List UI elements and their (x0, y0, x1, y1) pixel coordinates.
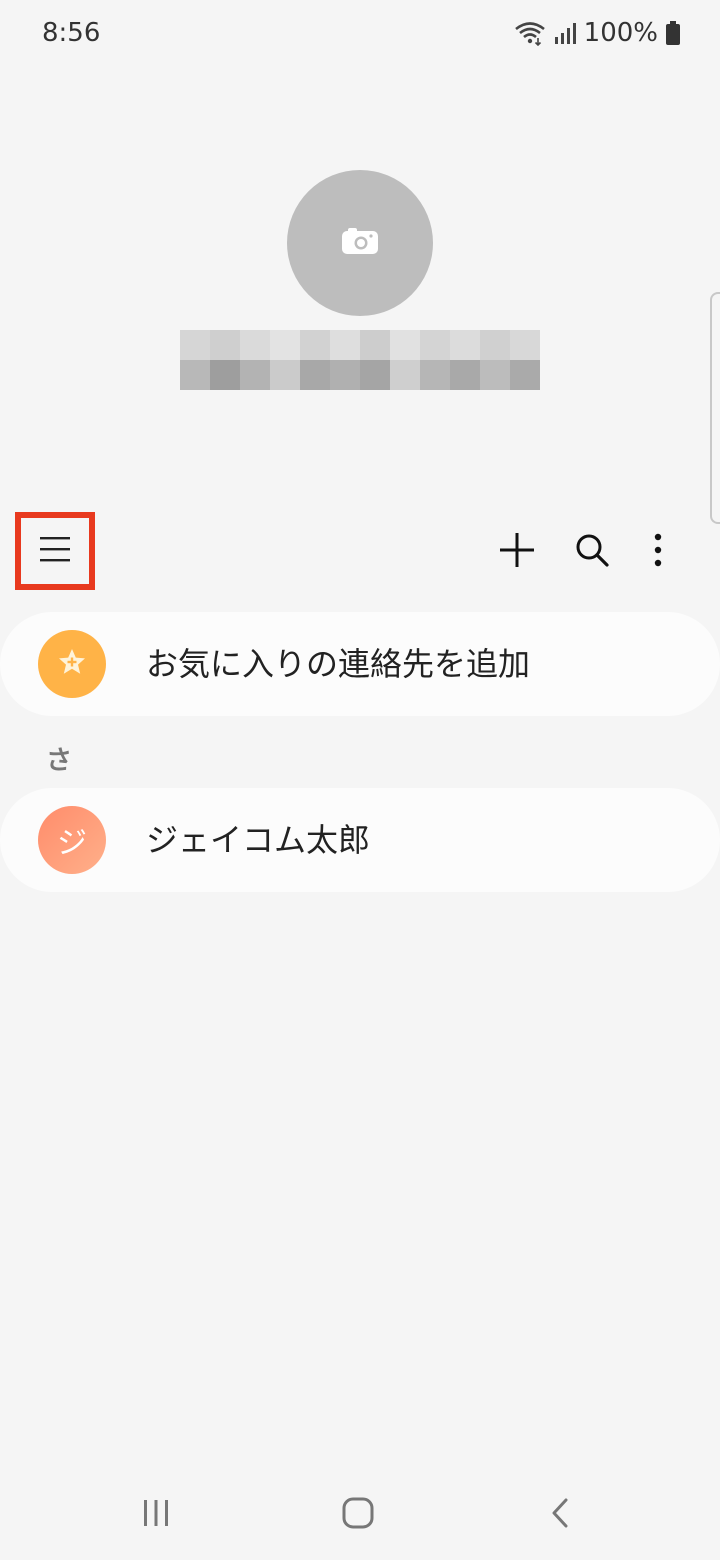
search-icon (574, 532, 610, 572)
home-icon (341, 1496, 375, 1534)
wifi-icon (514, 20, 546, 46)
camera-icon (340, 226, 380, 260)
section-index-label: さ (46, 746, 73, 776)
more-options-button[interactable] (636, 530, 680, 574)
plus-icon (498, 531, 536, 573)
menu-button[interactable] (15, 512, 95, 590)
signal-icon (554, 21, 576, 45)
status-icons: 100% (514, 18, 680, 48)
recents-icon (141, 1498, 171, 1532)
contact-avatar: ジ (38, 806, 106, 874)
add-favorites-card[interactable]: お気に入りの連絡先を追加 (0, 612, 720, 716)
favorites-avatar (38, 630, 106, 698)
back-button[interactable] (530, 1490, 590, 1540)
battery-text: 100% (583, 18, 658, 48)
recents-button[interactable] (126, 1490, 186, 1540)
more-vert-icon (653, 533, 663, 571)
contact-list-item[interactable]: ジ ジェイコム太郎 (0, 788, 720, 892)
search-button[interactable] (570, 530, 614, 574)
star-plus-icon (57, 647, 87, 681)
scroll-handle[interactable] (710, 292, 720, 524)
add-contact-button[interactable] (495, 530, 539, 574)
contact-name: ジェイコム太郎 (146, 821, 371, 859)
menu-icon (39, 535, 71, 567)
home-button[interactable] (328, 1490, 388, 1540)
add-favorites-label: お気に入りの連絡先を追加 (146, 645, 531, 683)
back-icon (549, 1497, 571, 1533)
status-time: 8:56 (42, 18, 101, 48)
profile-avatar[interactable] (287, 170, 433, 316)
battery-icon (666, 21, 680, 45)
profile-name-redacted[interactable] (180, 330, 540, 390)
